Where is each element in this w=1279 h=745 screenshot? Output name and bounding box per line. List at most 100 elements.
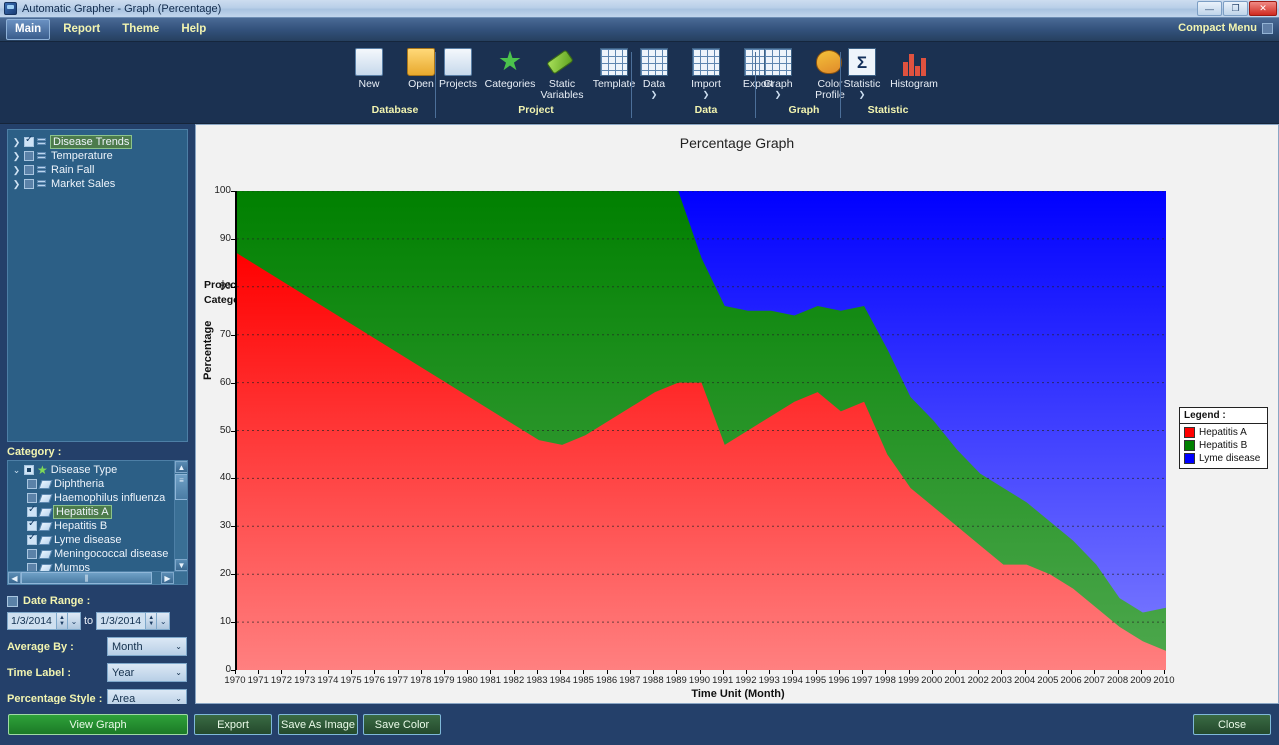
date-to-input[interactable] xyxy=(97,613,146,629)
chart-panel: Percentage Graph Project : Disease Trend… xyxy=(195,124,1279,704)
chevron-down-icon[interactable]: ⌄ xyxy=(175,694,182,703)
export-button[interactable]: Export xyxy=(194,714,272,735)
save-as-image-button[interactable]: Save As Image xyxy=(278,714,358,735)
category-vertical-scrollbar[interactable]: ▲ ≡ ▼ xyxy=(174,461,187,571)
menu-item-report[interactable]: Report xyxy=(54,19,109,40)
chevron-down-icon[interactable]: ❯ xyxy=(703,91,710,99)
tree-checkbox[interactable] xyxy=(24,151,34,161)
y-tick-label: 80 xyxy=(219,280,231,292)
x-tick-mark xyxy=(560,670,562,674)
scroll-up-button[interactable]: ▲ xyxy=(175,461,187,473)
date-from-input[interactable] xyxy=(8,613,56,629)
template-icon xyxy=(600,48,628,76)
chevron-down-icon[interactable]: ❯ xyxy=(651,91,658,99)
date-to-spinner[interactable]: ▲ ▼ xyxy=(145,613,157,629)
category-checkbox[interactable] xyxy=(27,549,37,559)
x-tick-mark xyxy=(1047,670,1049,674)
menu-item-help[interactable]: Help xyxy=(172,19,215,40)
y-tick-label: 10 xyxy=(219,616,231,628)
ribbon-button-static-variables[interactable]: Static Variables xyxy=(536,42,588,101)
tree-checkbox[interactable] xyxy=(24,165,34,175)
chevron-right-icon[interactable]: ❯ xyxy=(12,151,21,162)
scroll-thumb[interactable]: ≡ xyxy=(175,474,187,500)
category-item-haemophilus-influenza[interactable]: Haemophilus influenza xyxy=(8,491,174,505)
category-root-checkbox[interactable] xyxy=(24,465,34,475)
y-tick-label: 0 xyxy=(225,664,231,675)
category-checkbox[interactable] xyxy=(27,504,37,517)
tag-icon xyxy=(38,493,53,503)
date-range-label: Date Range : xyxy=(23,595,91,607)
ribbon-button-data[interactable]: Data ❯ xyxy=(628,42,680,99)
scroll-down-button[interactable]: ▼ xyxy=(175,559,187,571)
tree-checkbox[interactable] xyxy=(24,179,34,189)
ribbon-button-import[interactable]: Import ❯ xyxy=(680,42,732,99)
tree-item-temperature[interactable]: ❯ Temperature xyxy=(8,149,187,163)
category-item-hepatitis-a[interactable]: Hepatitis A xyxy=(8,504,174,519)
chevron-right-icon[interactable]: ❯ xyxy=(12,137,21,148)
ribbon-group-name-statistic: Statistic xyxy=(867,104,909,116)
x-tick-mark xyxy=(908,670,910,674)
chevron-down-icon[interactable]: ⌄ xyxy=(175,642,182,651)
category-root-item[interactable]: ⌄ ★ Disease Type xyxy=(8,463,174,477)
category-item-label: Meningococcal disease xyxy=(54,548,169,560)
tree-checkbox[interactable] xyxy=(24,134,34,147)
x-tick-mark xyxy=(1140,670,1142,674)
ribbon-label-statistic: Statistic xyxy=(843,78,881,90)
category-list[interactable]: ⌄ ★ Disease Type Diphtheria Haemophilus … xyxy=(7,460,188,585)
minimize-button[interactable]: — xyxy=(1197,1,1222,16)
compact-menu-toggle[interactable]: Compact Menu xyxy=(1178,22,1273,34)
chevron-down-icon[interactable]: ⌄ xyxy=(175,668,182,677)
ribbon-button-projects[interactable]: Projects xyxy=(432,42,484,90)
ribbon-button-new[interactable]: New xyxy=(343,42,395,90)
save-color-button[interactable]: Save Color xyxy=(363,714,441,735)
chevron-right-icon[interactable]: ❯ xyxy=(12,179,21,190)
close-window-button[interactable]: ✕ xyxy=(1249,1,1277,16)
tree-item-market-sales[interactable]: ❯ Market Sales xyxy=(8,177,187,191)
menu-bar: Main Report Theme Help Compact Menu xyxy=(0,18,1279,42)
ribbon-label-projects: Projects xyxy=(439,78,477,90)
project-tree[interactable]: ❯ Disease Trends ❯ Temperature ❯ Rain Fa… xyxy=(7,129,188,442)
legend-swatch xyxy=(1184,453,1195,464)
time-label-select[interactable]: Year ⌄ xyxy=(107,663,187,682)
category-checkbox[interactable] xyxy=(27,532,37,545)
view-graph-button[interactable]: View Graph xyxy=(8,714,188,735)
category-item-meningococcal-disease[interactable]: Meningococcal disease xyxy=(8,547,174,561)
ribbon-button-categories[interactable]: ★ Categories xyxy=(484,42,536,90)
legend-row-lyme-disease: Lyme disease xyxy=(1180,452,1267,465)
ribbon-button-histogram[interactable]: Histogram xyxy=(888,42,940,90)
tree-item-disease-trends[interactable]: ❯ Disease Trends xyxy=(8,134,187,149)
restore-button[interactable]: ❐ xyxy=(1223,1,1248,16)
category-item-lyme-disease[interactable]: Lyme disease xyxy=(8,532,174,547)
category-horizontal-scrollbar[interactable]: ◀ ⫼ ▶ xyxy=(8,571,187,584)
x-tick-mark xyxy=(722,670,724,674)
date-from-spinner[interactable]: ▲ ▼ xyxy=(56,613,67,629)
chevron-down-icon[interactable]: ⌄ xyxy=(12,465,21,476)
scroll-left-button[interactable]: ◀ xyxy=(8,572,21,584)
chevron-right-icon[interactable]: ❯ xyxy=(12,165,21,176)
category-checkbox[interactable] xyxy=(27,479,37,489)
chevron-down-icon[interactable]: ❯ xyxy=(775,91,782,99)
average-by-select[interactable]: Month ⌄ xyxy=(107,637,187,656)
date-to-dropdown-icon[interactable]: ⌄ xyxy=(156,613,170,629)
legend-swatch xyxy=(1184,440,1195,451)
category-checkbox[interactable] xyxy=(27,493,37,503)
ribbon-button-graph[interactable]: Graph ❯ xyxy=(752,42,804,99)
date-range-row[interactable]: Date Range : xyxy=(7,595,188,607)
ribbon-button-statistic[interactable]: Σ Statistic ❯ xyxy=(836,42,888,99)
menu-item-main[interactable]: Main xyxy=(6,19,51,40)
scroll-thumb[interactable]: ⫼ xyxy=(21,572,152,584)
compact-menu-checkbox[interactable] xyxy=(1262,22,1273,34)
tree-item-rain-fall[interactable]: ❯ Rain Fall xyxy=(8,163,187,177)
date-from-dropdown-icon[interactable]: ⌄ xyxy=(67,613,80,629)
date-to-field[interactable]: ▲▼ ⌄ xyxy=(96,612,171,630)
date-from-field[interactable]: ▲▼ ⌄ xyxy=(7,612,81,630)
menu-item-theme[interactable]: Theme xyxy=(113,19,168,40)
graph-icon xyxy=(764,48,792,76)
category-item-hepatitis-b[interactable]: Hepatitis B xyxy=(8,518,174,533)
scroll-right-button[interactable]: ▶ xyxy=(161,572,174,584)
category-checkbox[interactable] xyxy=(27,518,37,531)
close-button[interactable]: Close xyxy=(1193,714,1271,735)
category-item-diphtheria[interactable]: Diphtheria xyxy=(8,477,174,491)
chevron-down-icon[interactable]: ❯ xyxy=(859,91,866,99)
date-range-checkbox[interactable] xyxy=(7,595,18,607)
